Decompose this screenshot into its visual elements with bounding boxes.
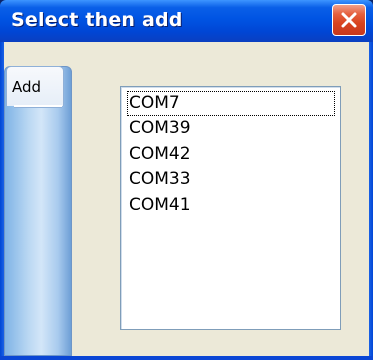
list-item-com7[interactable]: COM7 (127, 91, 335, 116)
dialog-window: Select then add Add COM7 COM39 COM42 COM… (0, 0, 373, 360)
tab-divider (14, 105, 62, 108)
tab-add-label: Add (12, 78, 42, 96)
close-button[interactable] (332, 4, 366, 36)
vertical-tab-strip (4, 66, 72, 356)
list-item-com42[interactable]: COM42 (127, 142, 335, 167)
window-frame-right (369, 42, 373, 360)
window-title: Select then add (11, 9, 183, 31)
port-listbox[interactable]: COM7 COM39 COM42 COM33 COM41 (120, 86, 341, 330)
list-item-com41[interactable]: COM41 (127, 193, 335, 218)
list-item-com33[interactable]: COM33 (127, 167, 335, 192)
title-bar[interactable]: Select then add (0, 0, 373, 42)
close-icon (341, 12, 357, 28)
window-frame-bottom (0, 356, 373, 360)
list-item-com39[interactable]: COM39 (127, 116, 335, 141)
